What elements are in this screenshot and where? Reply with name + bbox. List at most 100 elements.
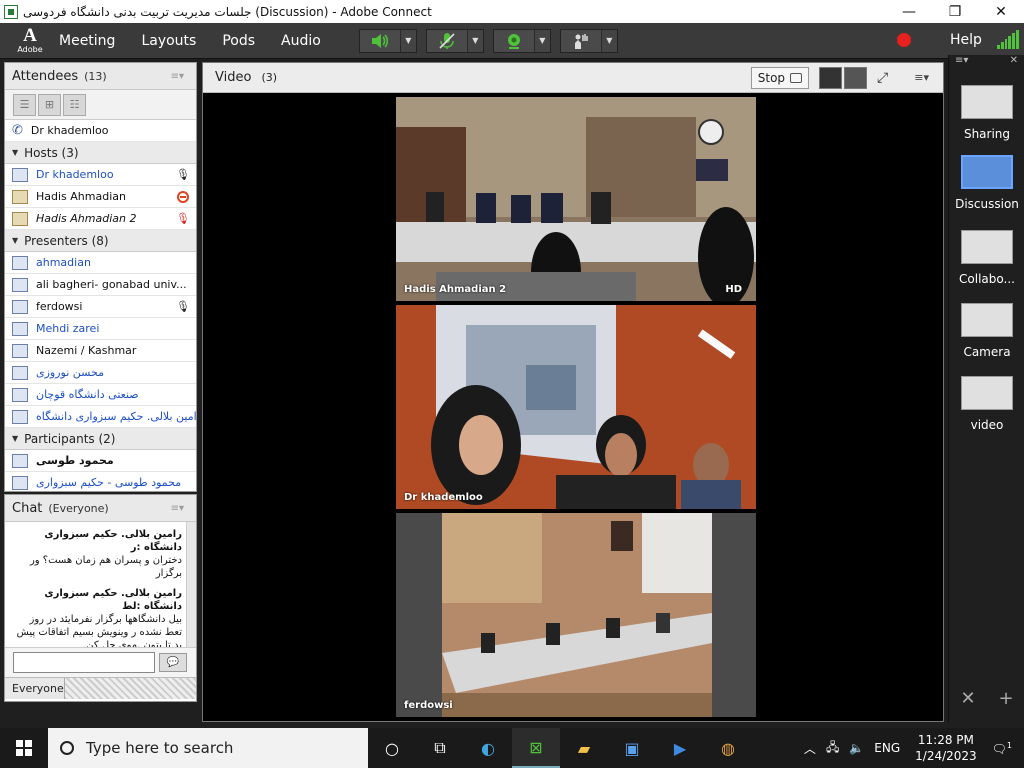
camera-control[interactable]: ▼ (492, 28, 551, 53)
menu-meeting[interactable]: Meeting (59, 33, 115, 49)
pod-options-icon[interactable]: ≡▾ (914, 71, 929, 84)
microphone-muted-icon: 🎙 (176, 212, 190, 225)
add-layout-icon[interactable]: + (998, 688, 1013, 709)
attendee-row[interactable]: صنعتی دانشگاه قوچان (5, 384, 196, 406)
show-hidden-icons-icon[interactable]: ︿ (804, 740, 816, 757)
taskbar-clock[interactable]: 11:28 PM 1/24/2023 (915, 732, 977, 764)
pod-options-icon[interactable]: ≡▾ (171, 71, 184, 82)
chat-tabs: Everyone (5, 677, 196, 699)
windows-logo-icon (16, 740, 32, 756)
clock-time: 11:28 PM (917, 733, 974, 747)
input-language[interactable]: ENG (874, 741, 900, 755)
raise-hand-control[interactable]: ▼ (559, 28, 618, 53)
chevron-down-icon[interactable]: ▼ (399, 29, 416, 52)
participants-group-header[interactable]: ▼ Participants (2) (5, 428, 196, 450)
paint-icon[interactable]: ◍ (704, 728, 752, 768)
layout-video[interactable]: video (949, 376, 1024, 432)
hosts-group-header[interactable]: ▼ Hosts (3) (5, 142, 196, 164)
taskbar-search[interactable]: Type here to search (48, 728, 368, 768)
attendee-row[interactable]: محسن نوروزی (5, 362, 196, 384)
help-menu[interactable]: Help (950, 32, 982, 48)
task-view-icon[interactable]: ⧉ (416, 728, 464, 768)
attendee-row[interactable]: Nazemi / Kashmar (5, 340, 196, 362)
attendee-row[interactable]: Mehdi zarei (5, 318, 196, 340)
video-pod: Video (3) Stop ⤢ ≡▾ Hadis Ahmadian 2 HD … (202, 62, 944, 722)
chat-sender: رامین بلالی. حکیم سبزواری دانشگاه :لط (44, 588, 182, 612)
attendees-pod-header: Attendees (13) ≡▾ (5, 63, 196, 90)
maximize-button[interactable]: ❐ (932, 0, 978, 23)
layout-discussion[interactable]: Discussion (949, 155, 1024, 211)
filmstrip-view-icon[interactable] (844, 66, 868, 89)
host-user-icon (12, 189, 28, 204)
attendee-row[interactable]: ahmadian (5, 252, 196, 274)
chat-text: بیل دانشگاهها برگزار نفرمایئد در روز تعط… (16, 614, 182, 647)
collapse-arrow-icon[interactable]: ▼ (12, 434, 18, 443)
layout-collaboration[interactable]: Collabo... (949, 230, 1024, 286)
webcam-icon[interactable] (493, 29, 534, 52)
attendee-row[interactable]: Hadis Ahmadian 2 🎙 (5, 208, 196, 230)
attendee-row[interactable]: محمود طوسی (5, 450, 196, 472)
attendee-row[interactable]: ali bagheri- gonabad univ... (5, 274, 196, 296)
speaker-icon[interactable] (359, 29, 400, 52)
raise-hand-icon[interactable] (560, 29, 601, 52)
close-panel-icon[interactable]: ✕ (1010, 55, 1018, 69)
manage-layouts-icon[interactable]: ✕ (960, 688, 975, 709)
menu-pods[interactable]: Pods (222, 33, 255, 49)
chat-input-row: 💬 (5, 647, 196, 677)
attendee-name: ahmadian (36, 256, 91, 269)
collapse-arrow-icon[interactable]: ▼ (12, 236, 18, 245)
speaker-control[interactable]: ▼ (358, 28, 417, 53)
start-button[interactable] (0, 728, 48, 768)
menu-audio[interactable]: Audio (281, 33, 321, 49)
attendee-row[interactable]: رامین بلالی. حکیم سبزواری دانشگاه (5, 406, 196, 428)
file-explorer-icon[interactable]: ▰ (560, 728, 608, 768)
cortana-icon[interactable]: ○ (368, 728, 416, 768)
minimize-button[interactable]: — (886, 0, 932, 23)
video-editor-icon[interactable]: ▶ (656, 728, 704, 768)
microphone-muted-icon[interactable] (426, 29, 467, 52)
notifications-icon[interactable]: 🗨1 (992, 741, 1012, 756)
attendee-row[interactable]: Dr khademloo 🎙 (5, 164, 196, 186)
edge-browser-icon[interactable]: ◐ (464, 728, 512, 768)
no-entry-status-icon (176, 190, 190, 204)
chat-input[interactable] (13, 652, 155, 673)
panel-options-icon[interactable]: ≡▾ (955, 55, 968, 69)
fullscreen-icon[interactable]: ⤢ (877, 70, 888, 86)
layout-label: video (970, 418, 1004, 432)
chat-scrollbar[interactable] (186, 522, 196, 647)
attendee-row[interactable]: ferdowsi 🎙 (5, 296, 196, 318)
grid-view-icon[interactable] (819, 66, 843, 89)
status-view-icon[interactable]: ☷ (63, 93, 86, 116)
chevron-down-icon[interactable]: ▼ (600, 29, 617, 52)
layout-label: Sharing (963, 127, 1011, 141)
layout-camera[interactable]: Camera (949, 303, 1024, 359)
breakout-view-icon[interactable]: ⊞ (38, 93, 61, 116)
list-view-icon[interactable]: ☰ (13, 93, 36, 116)
volume-icon[interactable]: 🔈 (849, 741, 864, 755)
photos-icon[interactable]: ▣ (608, 728, 656, 768)
layout-sharing[interactable]: Sharing (949, 85, 1024, 141)
close-button[interactable]: ✕ (978, 0, 1024, 23)
video-tile[interactable]: ferdowsi (396, 513, 756, 717)
presenters-group-header[interactable]: ▼ Presenters (8) (5, 230, 196, 252)
network-icon[interactable]: 🖧 (826, 738, 839, 759)
my-status-row[interactable]: ✆ Dr khademloo (5, 120, 196, 142)
video-tile[interactable]: Dr khademloo (396, 305, 756, 509)
attendee-name: محمود طوسی - حکیم سبزواری (36, 476, 182, 489)
microphone-control[interactable]: ▼ (425, 28, 484, 53)
adobe-connect-taskbar-icon[interactable]: ⊠ (512, 728, 560, 768)
chevron-down-icon[interactable]: ▼ (533, 29, 550, 52)
collapse-arrow-icon[interactable]: ▼ (12, 148, 18, 157)
attendee-row[interactable]: Hadis Ahmadian (5, 186, 196, 208)
microphone-active-icon: 🎙 (176, 300, 190, 313)
send-message-button[interactable]: 💬 (159, 653, 187, 672)
video-tile[interactable]: Hadis Ahmadian 2 HD (396, 97, 756, 301)
video-title: Video (215, 70, 252, 85)
stop-my-webcam-button[interactable]: Stop (750, 66, 810, 89)
chevron-down-icon[interactable]: ▼ (466, 29, 483, 52)
pod-options-icon[interactable]: ≡▾ (171, 503, 184, 514)
attendee-row[interactable]: محمود طوسی - حکیم سبزواری (5, 472, 196, 491)
menu-layouts[interactable]: Layouts (141, 33, 196, 49)
chat-tab-everyone[interactable]: Everyone (5, 678, 65, 699)
record-indicator-icon[interactable] (897, 33, 911, 47)
